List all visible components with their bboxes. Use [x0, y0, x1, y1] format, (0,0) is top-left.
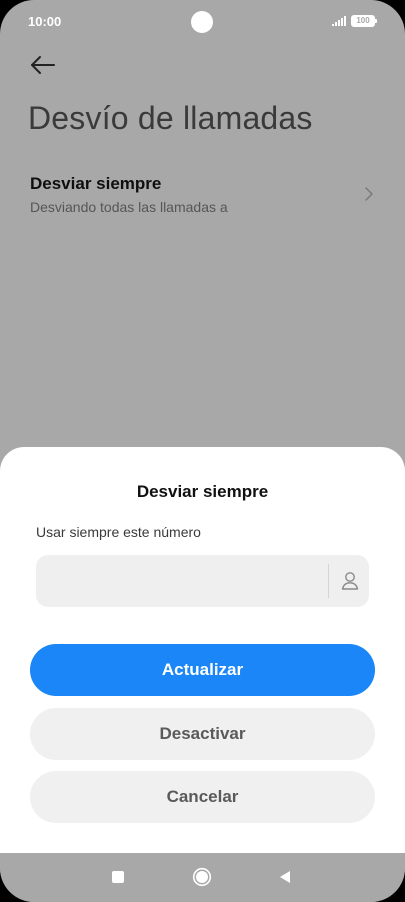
back-arrow-icon[interactable]: [26, 50, 60, 80]
phone-screen: 10:00 100 Desvío de llamadas Desviar sie…: [0, 0, 405, 902]
battery-tip: [375, 19, 377, 23]
setting-item-always-forward[interactable]: Desviar siempre Desviando todas las llam…: [0, 166, 405, 226]
status-bar: 10:00 100: [0, 0, 405, 44]
page-title: Desvío de llamadas: [28, 100, 313, 136]
battery-level: 100: [356, 16, 370, 25]
person-icon[interactable]: [336, 568, 364, 594]
deactivate-button[interactable]: Desactivar: [30, 708, 375, 760]
home-circle-icon[interactable]: [192, 867, 212, 887]
recents-square-icon[interactable]: [112, 871, 124, 883]
dialog-title: Desviar siempre: [136, 482, 269, 501]
number-field-label: Usar siempre este número: [36, 524, 201, 540]
signal-icon: [332, 16, 346, 26]
input-divider: [328, 564, 329, 598]
setting-item-subtitle: Desviando todas las llamadas a: [30, 199, 228, 215]
status-time: 10:00: [28, 14, 62, 29]
battery-icon: 100: [351, 15, 375, 27]
setting-item-title: Desviar siempre: [30, 174, 162, 193]
chevron-right-icon: [365, 187, 373, 201]
front-camera: [191, 11, 213, 33]
number-field-container: [36, 555, 369, 607]
phone-number-input[interactable]: [36, 555, 328, 607]
cancel-button[interactable]: Cancelar: [30, 771, 375, 823]
navigation-bar: [0, 853, 405, 902]
back-triangle-icon[interactable]: [278, 870, 292, 884]
bottom-sheet-dialog: Desviar siempre Usar siempre este número…: [0, 447, 405, 853]
update-button[interactable]: Actualizar: [30, 644, 375, 696]
